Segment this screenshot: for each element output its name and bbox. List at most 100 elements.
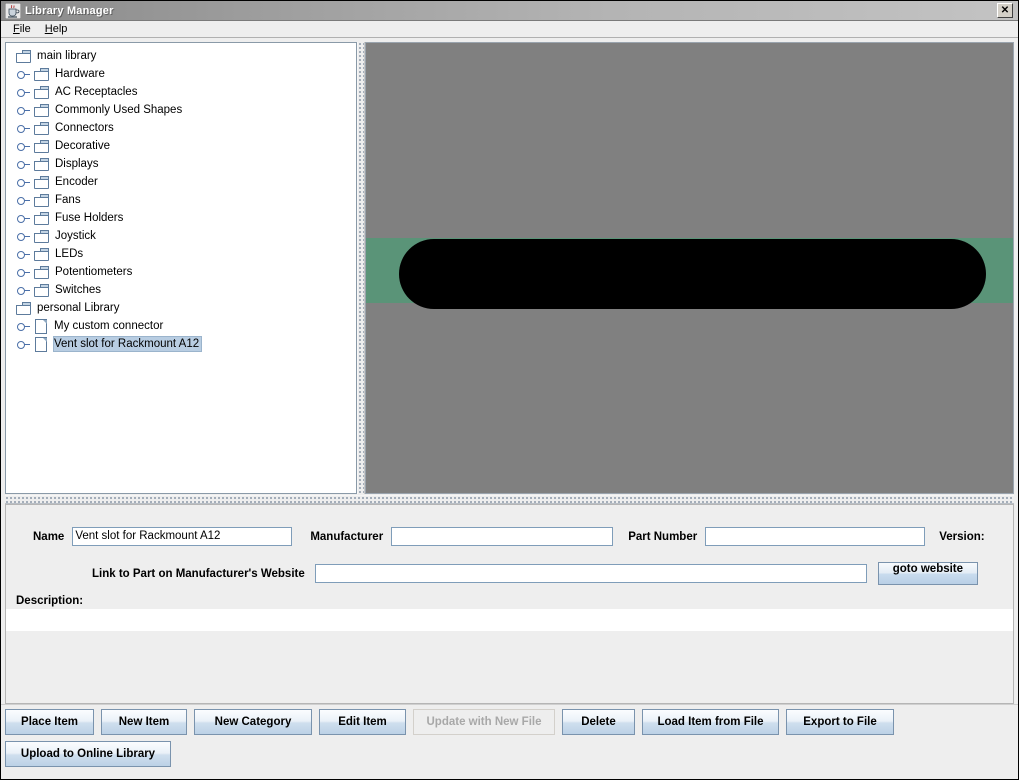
new-item-button[interactable]: New Item xyxy=(101,709,187,735)
tree-node[interactable]: Displays xyxy=(6,155,356,173)
tree-node[interactable]: Potentiometers xyxy=(6,263,356,281)
horizontal-split-divider[interactable] xyxy=(5,495,1014,504)
tree-expand-toggle-icon[interactable] xyxy=(14,173,32,191)
tree-node[interactable]: Decorative xyxy=(6,137,356,155)
tree-node-label: Potentiometers xyxy=(55,266,133,278)
menu-help[interactable]: Help xyxy=(39,22,76,36)
tree-expand-toggle-icon[interactable] xyxy=(14,209,32,227)
tree-node[interactable]: AC Receptacles xyxy=(6,83,356,101)
place-item-button[interactable]: Place Item xyxy=(5,709,94,735)
details-row-link: Link to Part on Manufacturer's Website g… xyxy=(6,546,1013,585)
title-bar: Library Manager ✕ xyxy=(1,1,1018,21)
tree-expand-toggle-icon[interactable] xyxy=(14,227,32,245)
edit-item-button[interactable]: Edit Item xyxy=(319,709,406,735)
tree-expand-toggle-icon[interactable] xyxy=(14,65,32,83)
menu-file[interactable]: File xyxy=(7,22,39,36)
tree-expand-toggle-icon[interactable] xyxy=(14,317,32,335)
tree-node[interactable]: Commonly Used Shapes xyxy=(6,101,356,119)
menu-help-mnemonic: H xyxy=(44,23,53,35)
tree-node-label: Hardware xyxy=(55,68,105,80)
library-manager-window: Library Manager ✕ File Help main library… xyxy=(0,0,1019,780)
link-input[interactable] xyxy=(314,564,867,583)
tree-expand-toggle-icon[interactable] xyxy=(14,245,32,263)
tree-node-label: Joystick xyxy=(55,230,96,242)
folder-icon xyxy=(16,301,31,315)
folder-icon xyxy=(34,157,49,171)
action-row-secondary: Upload to Online Library xyxy=(5,741,1014,773)
update-with-new-file-button: Update with New File xyxy=(413,709,555,735)
part-number-input[interactable] xyxy=(705,527,926,546)
goto-website-button[interactable]: goto website xyxy=(877,562,979,585)
menu-bar: File Help xyxy=(1,21,1018,38)
description-input[interactable] xyxy=(6,609,1013,631)
export-to-file-button[interactable]: Export to File xyxy=(786,709,894,735)
upload-to-online-library-button[interactable]: Upload to Online Library xyxy=(5,741,171,767)
description-label: Description: xyxy=(16,595,84,607)
part-number-label: Part Number xyxy=(628,530,698,543)
action-row-primary: Place Item New Item New Category Edit Item U… xyxy=(5,709,1014,741)
details-row-primary: Name Vent slot for Rackmount A12 Manufac… xyxy=(6,505,1013,546)
window-title: Library Manager xyxy=(25,4,114,17)
folder-icon xyxy=(34,211,49,225)
tree-node-label: Connectors xyxy=(55,122,114,134)
tree-node-label: Switches xyxy=(55,284,102,296)
manufacturer-label: Manufacturer xyxy=(310,530,384,543)
manufacturer-input[interactable] xyxy=(391,527,614,546)
tree-node[interactable]: Switches xyxy=(6,281,356,299)
tree-expand-toggle-icon[interactable] xyxy=(14,335,32,353)
tree-node-label: Displays xyxy=(55,158,99,170)
tree-node-label: Encoder xyxy=(55,176,98,188)
folder-icon xyxy=(34,85,49,99)
tree-node[interactable]: Fuse Holders xyxy=(6,209,356,227)
tree-expand-toggle-icon[interactable] xyxy=(14,101,32,119)
tree-node[interactable]: main library xyxy=(6,47,356,65)
folder-icon xyxy=(34,247,49,261)
tree-node[interactable]: Connectors xyxy=(6,119,356,137)
tree-expand-toggle-icon[interactable] xyxy=(14,191,32,209)
tree-node-label: AC Receptacles xyxy=(55,86,138,98)
folder-icon xyxy=(34,229,49,243)
tree-node[interactable]: personal Library xyxy=(6,299,356,317)
tree-node[interactable]: Encoder xyxy=(6,173,356,191)
folder-icon xyxy=(34,121,49,135)
folder-icon xyxy=(16,49,31,63)
tree-expand-toggle-icon[interactable] xyxy=(14,263,32,281)
tree-node-label: My custom connector xyxy=(54,320,164,332)
library-tree[interactable]: main library Hardware AC Receptacles Common… xyxy=(5,42,357,494)
tree-node-label: main library xyxy=(37,50,97,62)
tree-node-label: Fuse Holders xyxy=(55,212,124,224)
java-coffee-cup-icon xyxy=(4,2,22,19)
link-label: Link to Part on Manufacturer's Website xyxy=(92,567,305,580)
preview-vent-slot-shape xyxy=(399,239,986,309)
tree-expand-toggle-icon[interactable] xyxy=(14,155,32,173)
version-label: Version: xyxy=(939,530,985,543)
folder-icon xyxy=(34,175,49,189)
tree-expand-toggle-icon[interactable] xyxy=(14,281,32,299)
menu-file-mnemonic: F xyxy=(13,23,20,35)
tree-expand-toggle-icon[interactable] xyxy=(14,119,32,137)
item-preview-canvas[interactable] xyxy=(365,42,1014,494)
action-button-bar: Place Item New Item New Category Edit Item U… xyxy=(1,704,1018,773)
folder-icon xyxy=(34,283,49,297)
top-split-pane: main library Hardware AC Receptacles Common… xyxy=(1,38,1018,494)
tree-node[interactable]: My custom connector xyxy=(6,317,356,335)
tree-node-label: personal Library xyxy=(37,302,120,314)
tree-expand-toggle-icon[interactable] xyxy=(14,83,32,101)
tree-node[interactable]: Fans xyxy=(6,191,356,209)
tree-node-label: Vent slot for Rackmount A12 xyxy=(53,336,203,352)
menu-help-rest: elp xyxy=(52,23,68,35)
delete-button[interactable]: Delete xyxy=(562,709,635,735)
tree-node-label: Decorative xyxy=(55,140,110,152)
close-icon[interactable]: ✕ xyxy=(997,3,1013,18)
vertical-split-divider[interactable] xyxy=(357,42,365,494)
new-category-button[interactable]: New Category xyxy=(194,709,312,735)
folder-icon xyxy=(34,103,49,117)
tree-node[interactable]: LEDs xyxy=(6,245,356,263)
name-input[interactable]: Vent slot for Rackmount A12 xyxy=(72,527,293,546)
tree-node[interactable]: Vent slot for Rackmount A12 xyxy=(6,335,356,353)
load-item-from-file-button[interactable]: Load Item from File xyxy=(642,709,779,735)
menu-file-rest: ile xyxy=(19,23,31,35)
tree-node[interactable]: Hardware xyxy=(6,65,356,83)
tree-expand-toggle-icon[interactable] xyxy=(14,137,32,155)
tree-node[interactable]: Joystick xyxy=(6,227,356,245)
